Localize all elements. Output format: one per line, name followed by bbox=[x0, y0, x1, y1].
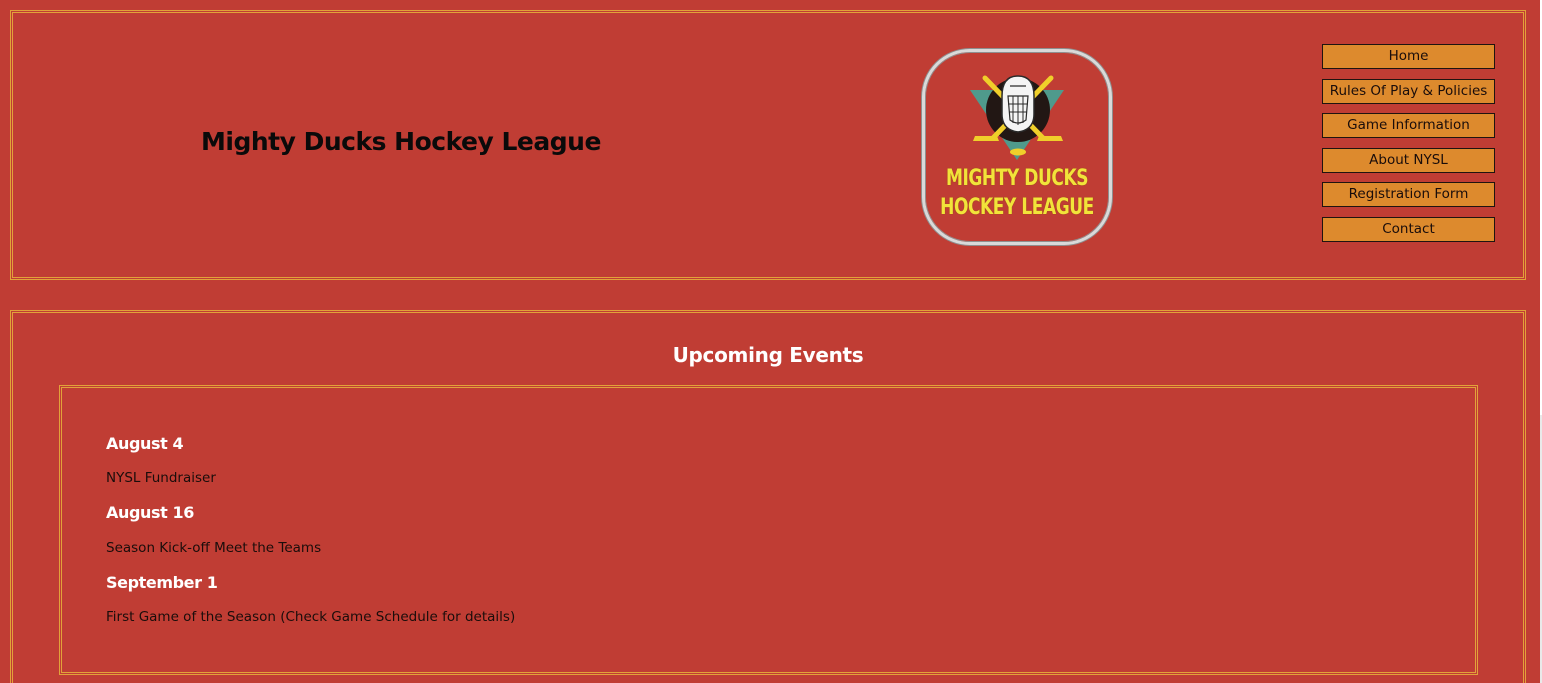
logo-text-line2: HOCKEY LEAGUE bbox=[940, 195, 1094, 220]
site-title: Mighty Ducks Hockey League bbox=[201, 127, 601, 156]
nav-game-information-button[interactable]: Game Information bbox=[1322, 113, 1495, 138]
league-logo: MIGHTY DUCKS HOCKEY LEAGUE bbox=[922, 49, 1112, 245]
nav-registration-button[interactable]: Registration Form bbox=[1322, 182, 1495, 207]
event-date: September 1 bbox=[106, 573, 218, 592]
nav-rules-button[interactable]: Rules Of Play & Policies bbox=[1322, 78, 1495, 104]
nav-contact-button[interactable]: Contact bbox=[1322, 216, 1495, 242]
events-list: August 4 NYSL Fundraiser August 16 Seaso… bbox=[59, 385, 1478, 675]
event-description: First Game of the Season (Check Game Sch… bbox=[106, 609, 516, 625]
event-date: August 4 bbox=[106, 434, 184, 453]
events-title: Upcoming Events bbox=[672, 343, 864, 367]
site-header: Mighty Ducks Hockey League MIGHTY DUCKS bbox=[10, 10, 1526, 280]
nav-about-button[interactable]: About NYSL bbox=[1322, 147, 1495, 173]
event-description: Season Kick-off Meet the Teams bbox=[106, 540, 322, 556]
event-item: NYSL Fundraiser bbox=[106, 470, 216, 486]
main-nav: Home Rules Of Play & Policies Game Infor… bbox=[1322, 44, 1496, 251]
event-description: NYSL Fundraiser bbox=[106, 470, 216, 486]
upcoming-events-section: Upcoming Events August 4 NYSL Fundraiser… bbox=[10, 310, 1526, 683]
event-date: August 16 bbox=[106, 503, 195, 522]
logo-text-line1: MIGHTY DUCKS bbox=[945, 166, 1089, 191]
nav-home-button[interactable]: Home bbox=[1322, 44, 1495, 69]
event-item: First Game of the Season (Check Game Sch… bbox=[106, 609, 515, 625]
event-item: Season Kick-off Meet the Teams bbox=[106, 540, 321, 556]
event-item: August 16 bbox=[106, 503, 194, 522]
event-item: September 1 bbox=[106, 573, 218, 592]
event-item: August 4 bbox=[106, 434, 184, 453]
